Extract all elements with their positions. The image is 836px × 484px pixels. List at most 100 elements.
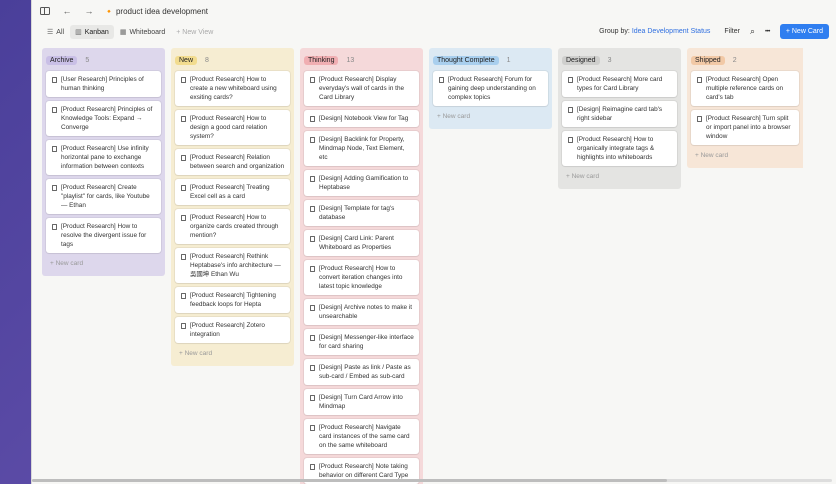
tab-label: All [56, 28, 65, 36]
new-view-button[interactable]: + New View [171, 26, 218, 39]
card-title: [Product Research] Use infinity horizont… [61, 145, 149, 170]
card-title: [Product Research] Turn split or import … [706, 115, 791, 140]
card[interactable]: [Design] Template for tag's database [304, 200, 419, 226]
card[interactable]: [Product Research] How to create a new w… [175, 71, 290, 106]
card-title: [Design] Card Link: Parent Whiteboard as… [319, 235, 394, 251]
card[interactable]: [Design] Card Link: Parent Whiteboard as… [304, 230, 419, 256]
card[interactable]: [Design] Paste as link / Paste as sub-ca… [304, 359, 419, 385]
card-title: [Product Research] How to design a good … [190, 115, 268, 140]
tab-label: Kanban [84, 28, 109, 36]
column-header: Thinking 13 [304, 52, 419, 69]
card[interactable]: [Product Research] Relation between sear… [175, 149, 290, 175]
more-options-icon[interactable]: ••• [765, 29, 770, 35]
group-by-label: Group by: [599, 28, 630, 35]
status-badge[interactable]: New [175, 56, 198, 65]
card-count: 5 [85, 57, 90, 64]
card[interactable]: [Product Research] How to design a good … [175, 110, 290, 145]
card-title: [Product Research] Forum for gaining dee… [448, 76, 536, 101]
status-badge[interactable]: Thought Complete [433, 56, 499, 65]
document-icon [52, 223, 57, 230]
search-icon[interactable]: ⌕ [750, 26, 755, 37]
status-badge[interactable]: Thinking [304, 56, 339, 65]
document-icon [181, 184, 186, 191]
card[interactable]: [Design] Messenger-like interface for ca… [304, 329, 419, 355]
back-arrow-icon[interactable]: ← [60, 4, 74, 18]
card-title: [Design] Template for tag's database [319, 205, 395, 221]
card[interactable]: [Product Research] Zotero integration [175, 317, 290, 343]
document-icon [568, 76, 573, 83]
card[interactable]: [Product Research] Forum for gaining dee… [433, 71, 548, 106]
card[interactable]: [User Research] Principles of human thin… [46, 71, 161, 97]
column-thought-complete: Thought Complete 1 [Product Research] Fo… [429, 48, 552, 129]
card[interactable]: [Product Research] How to convert iterat… [304, 260, 419, 295]
column-archive: Archive 5 [User Research] Principles of … [42, 48, 165, 276]
card[interactable]: [Product Research] More card types for C… [562, 71, 677, 97]
document-icon [310, 265, 315, 272]
card[interactable]: [Product Research] How to resolve the di… [46, 218, 161, 253]
new-card-link[interactable]: + New card [691, 149, 799, 162]
status-badge[interactable]: Designed [562, 56, 600, 65]
document-icon [568, 106, 573, 113]
card[interactable]: [Product Research] Create "playlist" for… [46, 179, 161, 214]
card-title: [Product Research] More card types for C… [577, 76, 663, 92]
card[interactable]: [Product Research] Treating Excel cell a… [175, 179, 290, 205]
card[interactable]: [Design] Notebook View for Tag [304, 110, 419, 127]
tab-kanban[interactable]: ▥ Kanban [70, 25, 114, 39]
status-badge[interactable]: Shipped [691, 56, 725, 65]
card-title: [Product Research] Zotero integration [190, 322, 265, 338]
view-toolbar: ☰ All ▥ Kanban ▦ Whiteboard + New View G… [32, 22, 836, 42]
card[interactable]: [Product Research] Turn split or import … [691, 110, 799, 145]
document-icon [52, 106, 57, 113]
card[interactable]: [Product Research] Display everyday's wa… [304, 71, 419, 106]
card[interactable]: [Design] Adding Gamification to Heptabas… [304, 170, 419, 196]
new-card-link[interactable]: + New card [433, 110, 548, 123]
column-new: New 8 [Product Research] How to create a… [171, 48, 294, 366]
document-icon [181, 76, 186, 83]
card-count: 3 [607, 57, 612, 64]
card[interactable]: [Product Research] Principles of Knowled… [46, 101, 161, 136]
filter-button[interactable]: Filter [724, 28, 740, 35]
card-title: [User Research] Principles of human thin… [61, 76, 144, 92]
card[interactable]: [Product Research] Use infinity horizont… [46, 140, 161, 175]
card-title: [Product Research] Principles of Knowled… [61, 106, 153, 131]
card[interactable]: [Product Research] Tightening feedback l… [175, 287, 290, 313]
scrollbar-thumb[interactable] [32, 479, 667, 482]
forward-arrow-icon[interactable]: → [82, 4, 96, 18]
card-title: [Design] Reimagine card tab's right side… [577, 106, 663, 122]
new-card-button[interactable]: + New Card [779, 24, 829, 39]
card-title: [Design] Backlink for Property, Mindmap … [319, 136, 405, 161]
column-shipped: Shipped 2 [Product Research] Open multip… [687, 48, 803, 168]
card[interactable]: [Design] Backlink for Property, Mindmap … [304, 131, 419, 166]
status-badge[interactable]: Archive [46, 56, 78, 65]
new-card-link[interactable]: + New card [562, 170, 677, 183]
page-title: product idea development [115, 6, 209, 16]
card[interactable]: [Product Research] How to organically in… [562, 131, 677, 166]
card-title: [Product Research] How to resolve the di… [61, 223, 147, 248]
document-icon [439, 76, 444, 83]
card-title: [Product Research] How to organically in… [577, 136, 655, 161]
card[interactable]: [Product Research] Navigate card instanc… [304, 419, 419, 454]
card[interactable]: [Design] Reimagine card tab's right side… [562, 101, 677, 127]
column-thinking: Thinking 13 [Product Research] Display e… [300, 48, 423, 484]
document-icon [310, 205, 315, 212]
sidebar-toggle-icon[interactable] [38, 4, 52, 18]
document-icon [52, 76, 57, 83]
tab-all[interactable]: ☰ All [42, 25, 69, 39]
card[interactable]: [Product Research] How to organize cards… [175, 209, 290, 244]
card[interactable]: [Product Research] Open multiple referen… [691, 71, 799, 106]
document-icon [310, 334, 315, 341]
group-by-selector[interactable]: Group by: Idea Development Status [599, 28, 710, 35]
new-card-link[interactable]: + New card [175, 347, 290, 360]
document-icon [310, 76, 315, 83]
column-header: Shipped 2 [691, 52, 799, 69]
card[interactable]: [Design] Turn Card Arrow into Mindmap [304, 389, 419, 415]
document-icon [52, 184, 57, 191]
card[interactable]: [Design] Archive notes to make it unsear… [304, 299, 419, 325]
document-icon [697, 76, 702, 83]
horizontal-scrollbar[interactable] [32, 479, 832, 482]
card[interactable]: [Product Research] Rethink Heptabase's i… [175, 248, 290, 283]
card-count: 2 [732, 57, 737, 64]
group-by-value: Idea Development Status [631, 28, 711, 35]
tab-whiteboard[interactable]: ▦ Whiteboard [115, 25, 170, 39]
new-card-link[interactable]: + New card [46, 257, 161, 270]
